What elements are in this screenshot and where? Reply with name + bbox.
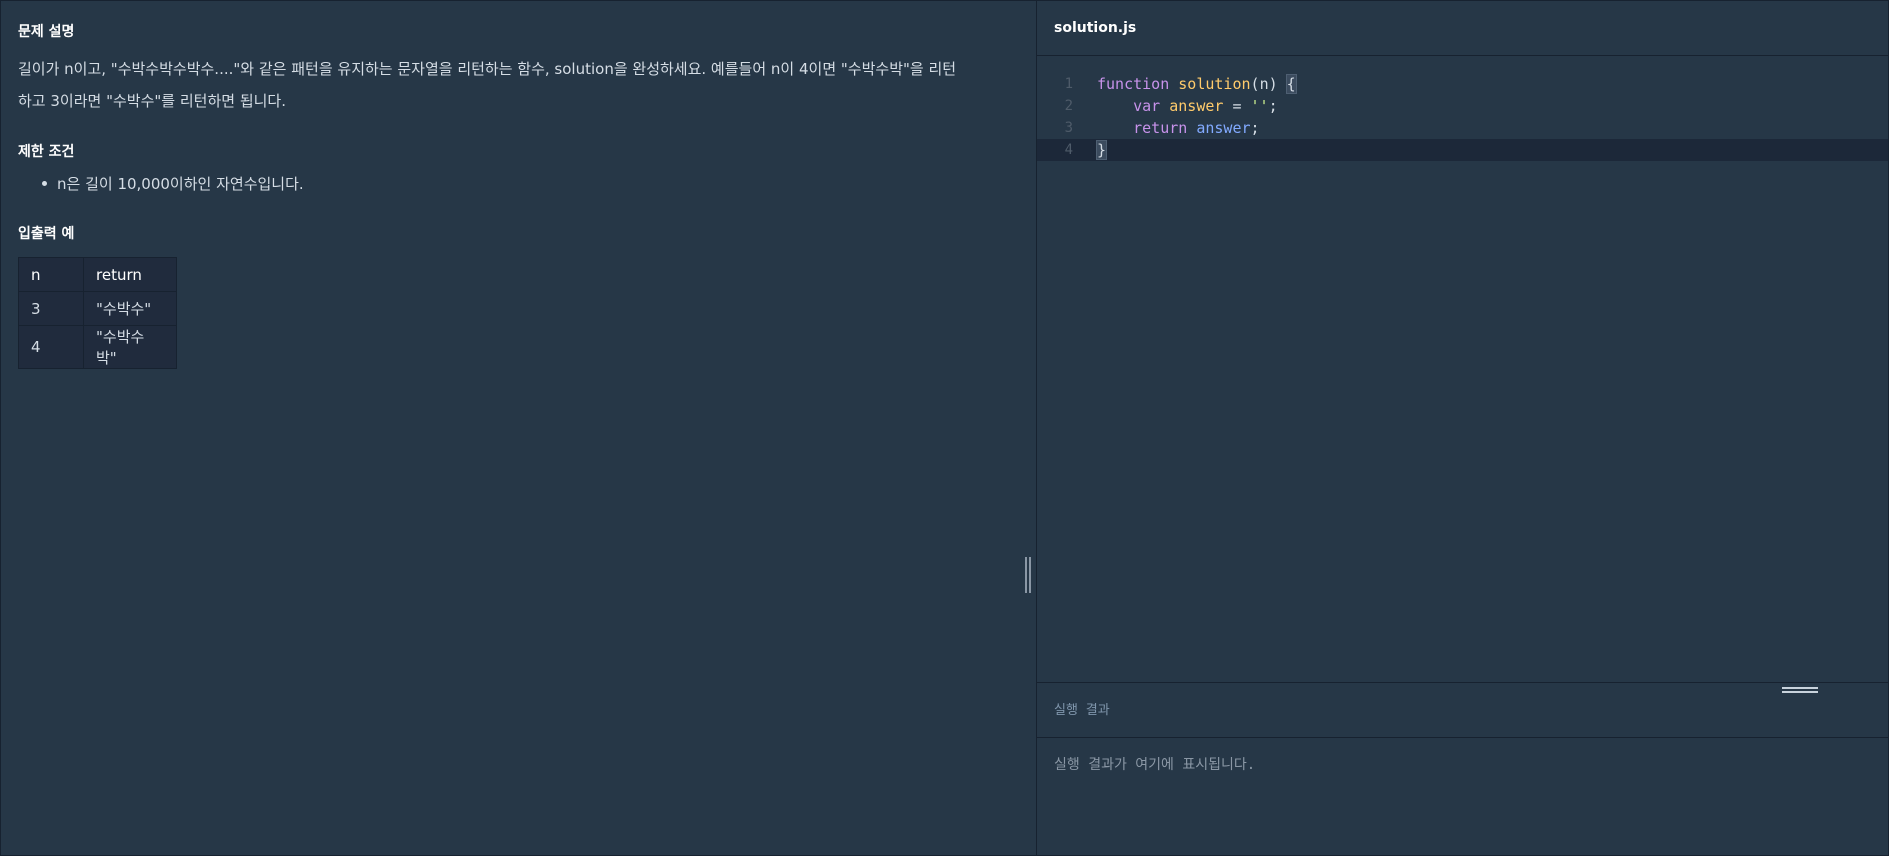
code-operator: =: [1223, 97, 1251, 115]
line-number: 2: [1064, 98, 1073, 114]
text-cursor: [1106, 141, 1108, 160]
constraints-list: n은 길이 10,000이하인 자연수입니다.: [37, 173, 304, 194]
table-cell-return: "수박수박": [83, 325, 177, 369]
problem-description: 길이가 n이고, "수박수박수박수...."와 같은 패턴을 유지하는 문자열을…: [18, 53, 1008, 117]
io-example-title: 입출력 예: [18, 226, 75, 242]
grip-line: [1029, 557, 1031, 593]
table-row: 3 "수박수": [18, 291, 177, 326]
bullet-icon: [42, 181, 47, 186]
io-example-table: n return 3 "수박수" 4 "수박수박": [18, 257, 177, 369]
code-string: '': [1250, 97, 1269, 115]
table-header-n: n: [18, 257, 84, 292]
code-brace-match: {: [1285, 74, 1297, 94]
code-function-name: solution: [1178, 75, 1251, 93]
code-paren: (: [1250, 75, 1260, 93]
code-semicolon: ;: [1250, 119, 1260, 137]
line-number: 3: [1064, 120, 1073, 136]
table-cell-n: 3: [18, 291, 84, 326]
table-row: 4 "수박수박": [18, 325, 177, 369]
editor-panel: solution.js 1 function solution(n) { 2 v…: [1037, 1, 1888, 855]
code-paren: ): [1268, 75, 1278, 93]
table-cell-return: "수박수": [83, 291, 177, 326]
code-line[interactable]: 2 var answer = '';: [1037, 95, 1888, 117]
table-header-return: return: [83, 257, 177, 292]
table-cell-n: 4: [18, 325, 84, 369]
code-keyword: function: [1097, 75, 1170, 93]
constraint-item: n은 길이 10,000이하인 자연수입니다.: [37, 173, 304, 194]
line-number: 4: [1064, 142, 1073, 158]
app-frame: 문제 설명 길이가 n이고, "수박수박수박수...."와 같은 패턴을 유지하…: [0, 0, 1889, 856]
code-line[interactable]: 1 function solution(n) {: [1037, 73, 1888, 95]
result-output: 실행 결과가 여기에 표시됩니다.: [1054, 757, 1256, 773]
result-divider: [1037, 682, 1888, 683]
code-line[interactable]: 3 return answer;: [1037, 117, 1888, 139]
grip-line: [1782, 691, 1818, 693]
grip-line: [1025, 557, 1027, 593]
editor-filename: solution.js: [1054, 20, 1137, 36]
code-param: n: [1259, 75, 1269, 93]
code-variable: answer: [1169, 97, 1224, 115]
code-keyword: var: [1133, 97, 1161, 115]
horizontal-resize-handle[interactable]: [1782, 685, 1818, 697]
problem-panel: 문제 설명 길이가 n이고, "수박수박수박수...."와 같은 패턴을 유지하…: [1, 1, 1036, 855]
constraints-title: 제한 조건: [18, 144, 75, 160]
description-line-2: 하고 3이라면 "수박수"를 리턴하면 됩니다.: [18, 92, 286, 110]
code-keyword: return: [1133, 119, 1188, 137]
code-semicolon: ;: [1268, 97, 1278, 115]
result-title: 실행 결과: [1054, 703, 1110, 718]
grip-line: [1782, 687, 1818, 689]
code-line-active[interactable]: 4 }: [1037, 139, 1888, 161]
vertical-resize-handle[interactable]: [1024, 557, 1034, 593]
code-editor[interactable]: 1 function solution(n) { 2 var answer = …: [1037, 73, 1888, 161]
constraint-text: n은 길이 10,000이하인 자연수입니다.: [57, 175, 304, 193]
result-header-divider: [1037, 737, 1888, 738]
editor-header: solution.js: [1037, 1, 1888, 56]
code-variable: answer: [1196, 119, 1251, 137]
table-header-row: n return: [18, 257, 177, 292]
code-brace-match: }: [1095, 140, 1108, 160]
line-number: 1: [1064, 76, 1073, 92]
description-title: 문제 설명: [18, 24, 75, 40]
description-line-1: 길이가 n이고, "수박수박수박수...."와 같은 패턴을 유지하는 문자열을…: [18, 60, 957, 78]
